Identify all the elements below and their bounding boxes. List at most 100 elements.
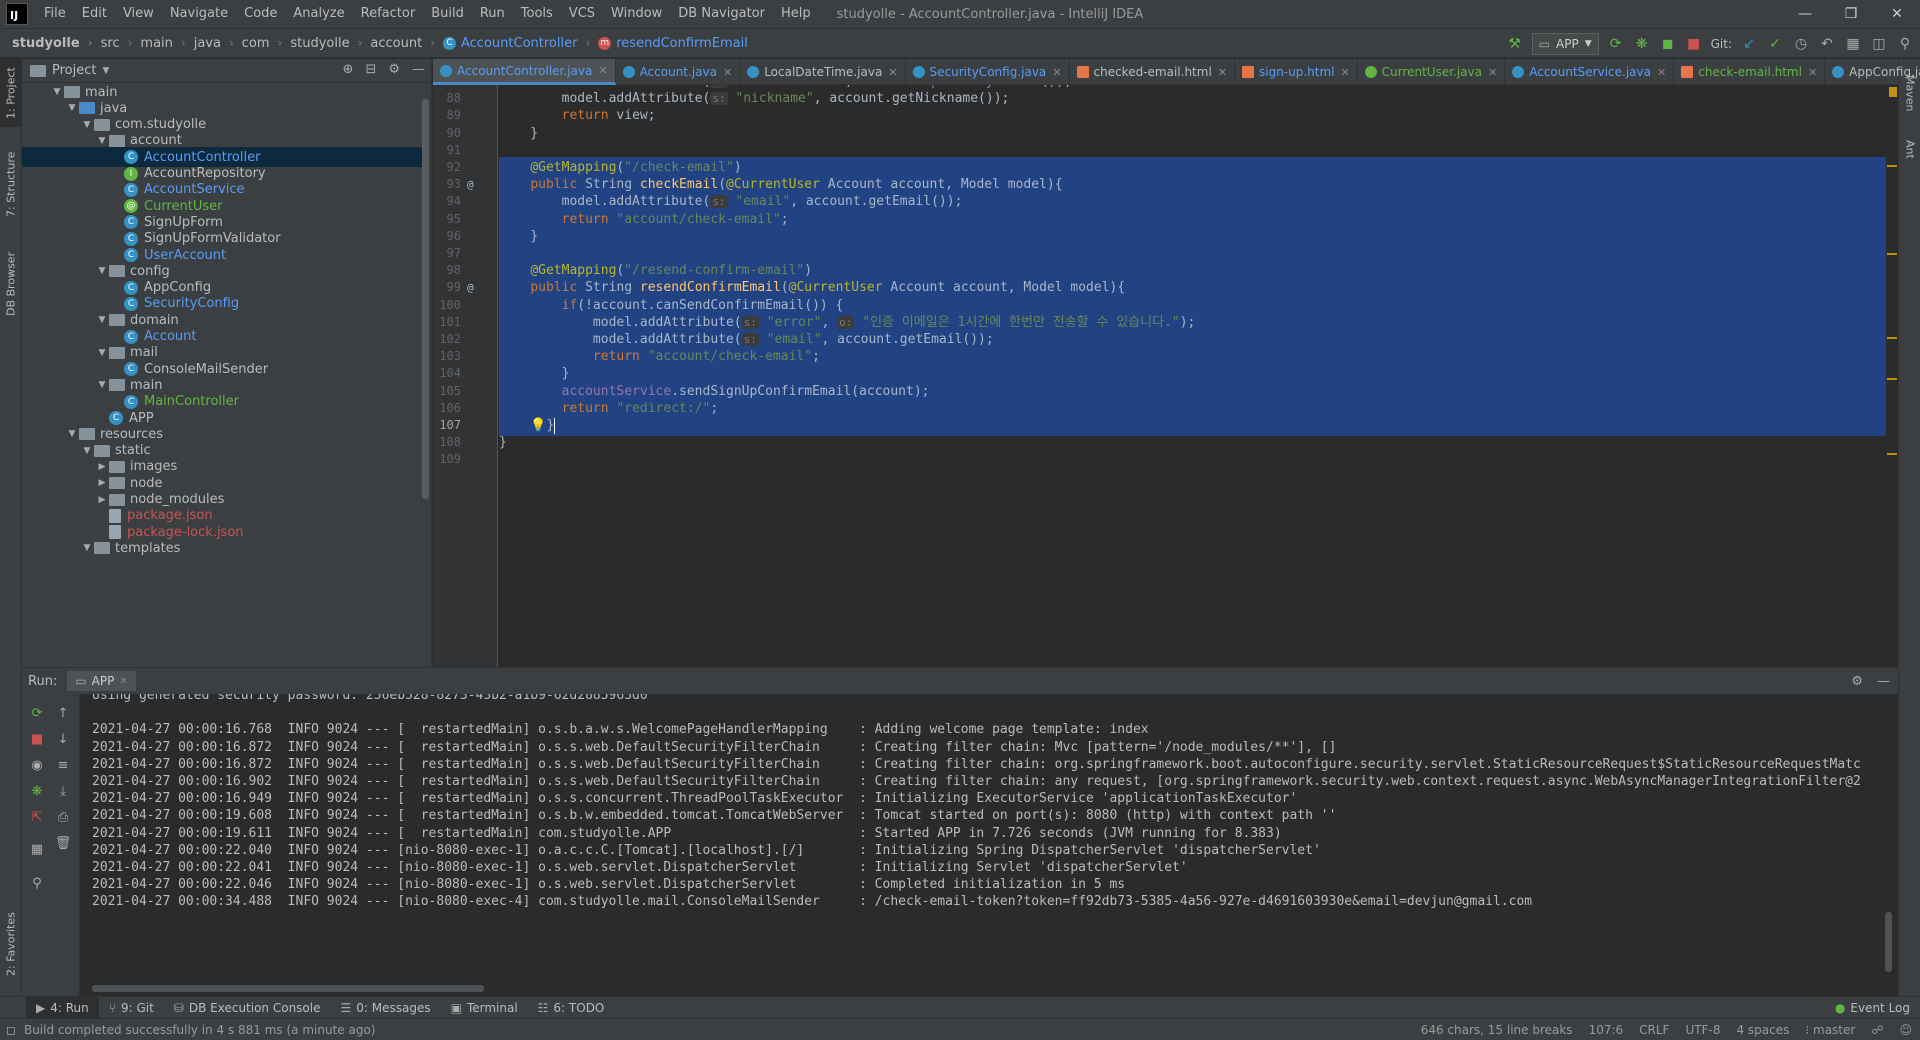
- close-icon[interactable]: ✕: [723, 66, 732, 79]
- trash-icon[interactable]: 🗑: [54, 834, 72, 852]
- status-layout-icon[interactable]: ◻: [6, 1023, 16, 1037]
- menu-item-help[interactable]: Help: [773, 0, 819, 28]
- breadcrumb-item[interactable]: studyolle ›: [282, 36, 362, 51]
- build-hammer-icon[interactable]: ⚒: [1506, 35, 1524, 53]
- status-message[interactable]: Build completed successfully in 4 s 881 …: [16, 1023, 376, 1037]
- tree-item[interactable]: ▼ templates: [22, 538, 422, 558]
- close-icon[interactable]: ✕: [1488, 66, 1497, 79]
- close-icon[interactable]: ✕: [119, 676, 127, 687]
- expand-down-icon[interactable]: ▼: [95, 136, 109, 146]
- menu-item-refactor[interactable]: Refactor: [353, 0, 424, 28]
- git-rollback-icon[interactable]: ↶: [1818, 35, 1836, 53]
- breadcrumb-item[interactable]: m resendConfirmEmail: [590, 36, 748, 51]
- editor-tab[interactable]: CurrentUser.java ✕: [1358, 59, 1506, 85]
- run-config-selector[interactable]: ▭ APP ▼: [1531, 33, 1599, 55]
- editor-tab[interactable]: AppConfig.java✕: [1825, 59, 1920, 85]
- rerun-icon[interactable]: ⟳: [1607, 35, 1625, 53]
- tool-tab[interactable]: ▣ Terminal: [441, 997, 528, 1019]
- git-commit-icon[interactable]: ✓: [1766, 35, 1784, 53]
- project-view-selector[interactable]: Project: [52, 63, 96, 78]
- editor-tab[interactable]: SecurityConfig.java ✕: [906, 59, 1070, 85]
- editor-tab[interactable]: AccountController.java ✕: [433, 59, 616, 85]
- code-editor[interactable]: 87888990919293@949596979899@100101102103…: [433, 85, 1898, 667]
- scroll-up-icon[interactable]: ↑: [54, 704, 72, 722]
- indent-setting[interactable]: 4 spaces: [1736, 1023, 1789, 1037]
- coverage-icon[interactable]: ◼: [1659, 35, 1677, 53]
- restore-button[interactable]: ❐: [1828, 0, 1874, 28]
- editor-tab[interactable]: check-email.html ✕: [1674, 59, 1826, 85]
- menu-item-db-navigator[interactable]: DB Navigator: [670, 0, 773, 28]
- locate-icon[interactable]: ⊕: [343, 62, 354, 77]
- minimize-button[interactable]: —: [1782, 0, 1828, 28]
- stripe-tab-structure[interactable]: 7: Structure: [0, 139, 22, 229]
- pin-icon[interactable]: ⚲: [28, 874, 46, 892]
- stop-icon[interactable]: ■: [1685, 35, 1703, 53]
- menu-item-window[interactable]: Window: [603, 0, 670, 28]
- breadcrumb-item[interactable]: main ›: [132, 36, 185, 51]
- tool-tab[interactable]: ☰ 0: Messages: [330, 997, 440, 1019]
- hide-panel-icon[interactable]: —: [412, 62, 425, 77]
- close-window-button[interactable]: ✕: [1874, 0, 1920, 28]
- close-icon[interactable]: ✕: [1341, 66, 1350, 79]
- hide-panel-icon[interactable]: —: [1877, 674, 1890, 689]
- scroll-to-end-icon[interactable]: ⤓: [54, 782, 72, 800]
- debug-icon[interactable]: ❋: [28, 782, 46, 800]
- expand-down-icon[interactable]: ▼: [80, 543, 94, 553]
- camera-icon[interactable]: ◉: [28, 756, 46, 774]
- rerun-icon[interactable]: ⟳: [28, 704, 46, 722]
- expand-right-icon[interactable]: ▶: [95, 495, 109, 505]
- breadcrumb-item[interactable]: java ›: [186, 36, 234, 51]
- editor-tab[interactable]: AccountService.java ✕: [1505, 59, 1675, 85]
- inspector-icon[interactable]: ☺: [1899, 1023, 1912, 1037]
- breadcrumb-item[interactable]: src ›: [93, 36, 133, 51]
- stop-icon[interactable]: ■: [28, 730, 46, 748]
- expand-down-icon[interactable]: ▼: [95, 380, 109, 390]
- menu-item-edit[interactable]: Edit: [74, 0, 115, 28]
- stripe-tab-project[interactable]: 1: Project: [0, 59, 22, 127]
- exit-icon[interactable]: ⇱: [28, 808, 46, 826]
- expand-down-icon[interactable]: ▼: [80, 446, 94, 456]
- soft-wrap-icon[interactable]: ≡: [54, 756, 72, 774]
- tool-tab[interactable]: ☷ 6: TODO: [528, 997, 615, 1019]
- expand-right-icon[interactable]: ▶: [95, 478, 109, 488]
- breadcrumb-item[interactable]: account ›: [362, 36, 435, 51]
- expand-down-icon[interactable]: ▼: [95, 266, 109, 276]
- menu-item-build[interactable]: Build: [423, 0, 472, 28]
- git-branch[interactable]: ⁝ master: [1805, 1023, 1855, 1037]
- line-separator[interactable]: CRLF: [1639, 1023, 1669, 1037]
- menu-item-view[interactable]: View: [115, 0, 162, 28]
- layout-icon[interactable]: ▦: [28, 840, 46, 858]
- expand-down-icon[interactable]: ▼: [65, 429, 79, 439]
- editor-tab[interactable]: Account.java ✕: [616, 59, 741, 85]
- collapse-all-icon[interactable]: ⊟: [365, 62, 376, 77]
- editor-tab[interactable]: checked-email.html ✕: [1070, 59, 1235, 85]
- breadcrumb-item[interactable]: com ›: [234, 36, 283, 51]
- git-history-icon[interactable]: ◷: [1792, 35, 1810, 53]
- gear-icon[interactable]: ⚙: [1851, 674, 1863, 689]
- menu-item-navigate[interactable]: Navigate: [162, 0, 236, 28]
- tool-tab[interactable]: ▶ 4: Run: [26, 996, 99, 1019]
- console-vertical-scrollbar[interactable]: [1885, 912, 1892, 972]
- project-tree-scrollbar[interactable]: [422, 99, 429, 499]
- menu-item-code[interactable]: Code: [236, 0, 285, 28]
- console-horizontal-scrollbar[interactable]: [92, 985, 484, 992]
- menu-item-file[interactable]: File: [36, 0, 74, 28]
- git-update-icon[interactable]: ↙: [1740, 35, 1758, 53]
- breadcrumb-item[interactable]: studyolle ›: [0, 36, 93, 51]
- close-icon[interactable]: ✕: [598, 64, 607, 77]
- event-log-button[interactable]: ● Event Log: [1835, 997, 1910, 1019]
- expand-down-icon[interactable]: ▼: [65, 103, 79, 113]
- editor-tab[interactable]: LocalDateTime.java ✕: [740, 59, 906, 85]
- debug-icon[interactable]: ❋: [1633, 35, 1651, 53]
- print-icon[interactable]: ⎙: [54, 808, 72, 826]
- menu-item-run[interactable]: Run: [472, 0, 513, 28]
- scroll-down-icon[interactable]: ↓: [54, 730, 72, 748]
- menu-item-vcs[interactable]: VCS: [561, 0, 603, 28]
- run-console[interactable]: Using generated security password: 256eb…: [80, 694, 1898, 996]
- menu-item-tools[interactable]: Tools: [513, 0, 561, 28]
- stripe-tab-favorites[interactable]: 2: Favorites: [0, 899, 22, 989]
- stripe-tab-db-browser[interactable]: DB Browser: [0, 244, 22, 324]
- close-icon[interactable]: ✕: [888, 66, 897, 79]
- expand-down-icon[interactable]: ▼: [95, 315, 109, 325]
- layout-icon[interactable]: ◫: [1870, 35, 1888, 53]
